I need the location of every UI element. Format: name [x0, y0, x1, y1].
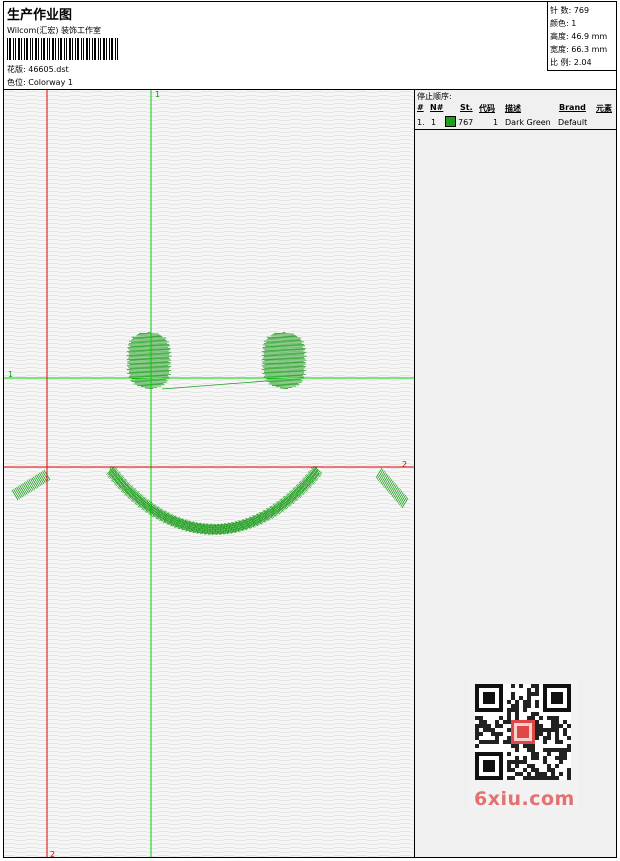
design-height: 高度: 46.9 mm: [550, 32, 608, 41]
barcode: [7, 38, 118, 60]
col-header-brand: Brand: [559, 103, 586, 112]
row-code: 1: [493, 118, 499, 127]
header: 生产作业图 Wilcom(汇宏) 装饰工作室 花版: 46605.dst 色位:…: [4, 2, 617, 90]
stats-box: 针 数: 769 颜色: 1 高度: 46.9 mm 宽度: 66.3 mm 比…: [547, 2, 617, 71]
design-width: 宽度: 66.3 mm: [550, 45, 608, 54]
design-scale: 比 例: 2.04: [550, 58, 592, 67]
watermark-text: 6xiu.com: [474, 788, 575, 810]
col-header-element: 元素: [596, 104, 612, 113]
green-vertical-guide-label: 1: [155, 90, 160, 99]
red-horizontal-guide-label: 2: [402, 460, 407, 469]
qr-code-icon: [475, 684, 571, 780]
col-header-index: #: [417, 103, 424, 112]
row-brand: Default: [558, 118, 588, 127]
red-vertical-guide-label: 2: [50, 850, 55, 857]
row-needle: 1: [431, 118, 437, 127]
design-file-label: 花版:: [7, 65, 26, 74]
col-header-code: 代码: [479, 104, 495, 113]
colorway-value: Colorway 1: [28, 78, 73, 87]
studio-name: Wilcom(汇宏) 装饰工作室: [7, 26, 102, 35]
design-file-line: 花版: 46605.dst: [7, 64, 69, 75]
colorway-line: 色位: Colorway 1: [7, 77, 73, 88]
color-count: 颜色: 1: [550, 19, 577, 28]
embroidery-canvas: 1 1 2 2: [4, 90, 414, 857]
col-header-stitches: St.: [460, 103, 473, 112]
page-title: 生产作业图: [7, 8, 73, 23]
fabric-texture: [4, 90, 414, 857]
stop-sequence-title: 停止顺序:: [417, 92, 452, 101]
row-description: Dark Green: [505, 118, 551, 127]
thread-color-swatch: [445, 116, 456, 127]
row-stitches: 767: [458, 118, 474, 127]
col-header-description: 描述: [505, 104, 521, 113]
design-preview: 1 1 2 2: [4, 90, 415, 857]
col-header-needle: N#: [430, 103, 444, 112]
stitch-count: 针 数: 769: [550, 6, 590, 15]
design-file-value: 46605.dst: [28, 65, 69, 74]
row-index: 1.: [417, 118, 425, 127]
colorway-label: 色位:: [7, 78, 26, 87]
row-divider: [415, 129, 616, 130]
green-horizontal-guide-label: 1: [8, 370, 13, 379]
